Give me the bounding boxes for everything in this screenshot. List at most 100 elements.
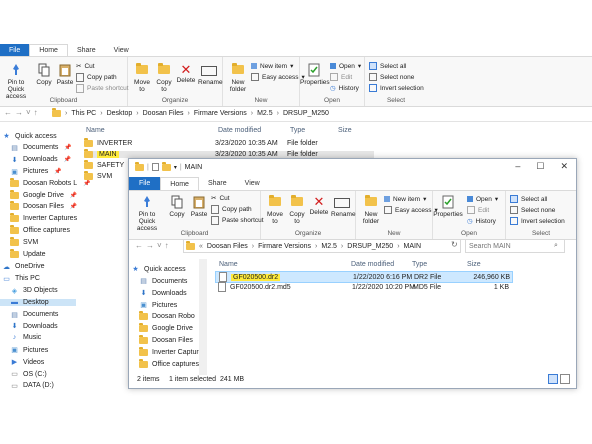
back-tab-file[interactable]: File	[0, 44, 30, 56]
back-cut-button[interactable]: ✂ Cut	[76, 62, 95, 71]
nav-item[interactable]: SVM	[10, 237, 38, 247]
back-arrow-icon[interactable]: ←	[4, 108, 15, 117]
back-move-to-button[interactable]: Move to	[132, 63, 152, 93]
nav-item[interactable]: Inverter Capture	[139, 347, 203, 356]
back-paste-button[interactable]: Paste	[55, 63, 75, 86]
front-col-date[interactable]: Date modified	[351, 261, 394, 268]
breadcrumb-item[interactable]: DRSUP_M250	[283, 110, 329, 117]
nav-item[interactable]: ▭ OS (C:)	[10, 370, 47, 379]
breadcrumb-item[interactable]: Doosan Files	[207, 243, 248, 250]
front-copy-path-button[interactable]: Copy path	[211, 205, 252, 214]
front-easy-access-button[interactable]: Easy access ▾	[384, 206, 438, 214]
nav-item[interactable]: ▣ Pictures	[139, 301, 177, 310]
nav-item[interactable]: ★ Quick access	[131, 265, 185, 274]
back-pin-button[interactable]: Pin to Quick access	[0, 63, 32, 100]
front-new-item-button[interactable]: New item ▾	[384, 195, 426, 203]
front-tab-view[interactable]: View	[236, 177, 269, 190]
front-invert-selection-button[interactable]: Invert selection	[510, 217, 565, 225]
back-tab-share[interactable]: Share	[68, 44, 105, 56]
chevron-down-icon[interactable]: ˅	[26, 108, 34, 117]
minimize-icon[interactable]: –	[515, 161, 520, 172]
front-col-size[interactable]: Size	[467, 261, 481, 268]
front-move-to-button[interactable]: Move to	[265, 195, 285, 225]
nav-item[interactable]: ⬇ Downloads	[139, 289, 187, 298]
front-cut-button[interactable]: ✂ Cut	[211, 194, 230, 203]
nav-item[interactable]: ▤ Documents 📌	[10, 144, 72, 152]
nav-item[interactable]: Inverter Captures	[10, 213, 77, 223]
front-delete-button[interactable]: ✕ Delete	[309, 195, 329, 217]
front-properties-button[interactable]: Properties	[433, 195, 463, 218]
back-history-button[interactable]: ◷ History	[330, 84, 359, 93]
front-tab-share[interactable]: Share	[199, 177, 236, 190]
nav-item[interactable]: Office captures	[139, 359, 199, 368]
front-nav-scrollbar[interactable]	[199, 259, 207, 375]
front-pin-button[interactable]: Pin to Quick access	[131, 195, 163, 232]
back-select-all-button[interactable]: Select all	[369, 62, 406, 70]
nav-item[interactable]: Doosan Robo	[139, 311, 195, 320]
large-icons-view-icon[interactable]	[560, 374, 570, 384]
nav-item[interactable]: Update	[10, 249, 46, 258]
nav-item[interactable]: ◈ 3D Objects	[10, 287, 58, 295]
breadcrumb-item[interactable]: This PC	[71, 110, 96, 117]
back-tab-home[interactable]: Home	[29, 43, 68, 57]
back-select-none-button[interactable]: Select none	[369, 73, 414, 81]
up-arrow-icon[interactable]: ↑	[34, 108, 41, 117]
front-tab-file[interactable]: File	[129, 177, 161, 190]
nav-item[interactable]: Google Drive	[139, 323, 193, 332]
back-open-button[interactable]: Open ▾	[330, 62, 361, 70]
back-properties-button[interactable]: Properties	[300, 63, 330, 86]
front-paste-shortcut-button[interactable]: Paste shortcut	[211, 216, 264, 225]
details-view-icon[interactable]	[548, 374, 558, 384]
nav-item[interactable]: ▶ Videos	[10, 358, 44, 367]
back-rename-button[interactable]: Rename	[198, 63, 223, 86]
breadcrumb-item[interactable]: Firmare Versions	[258, 243, 311, 250]
front-paste-button[interactable]: Paste	[189, 195, 209, 218]
front-edit-button[interactable]: Edit	[467, 206, 489, 214]
nav-item[interactable]: ▣ Pictures 📌	[10, 168, 62, 176]
nav-item[interactable]: Office captures	[10, 225, 70, 235]
close-icon[interactable]: ✕	[560, 161, 568, 172]
back-paste-shortcut-button[interactable]: Paste shortcut	[76, 84, 129, 93]
new-folder-quick-icon[interactable]	[161, 161, 171, 171]
back-col-size[interactable]: Size	[338, 127, 352, 134]
front-new-folder-button[interactable]: New folder	[360, 195, 382, 225]
front-tab-home[interactable]: Home	[160, 176, 199, 191]
front-search-box[interactable]: ⌕	[465, 239, 565, 253]
breadcrumb-item[interactable]: Doosan Files	[143, 110, 184, 117]
back-arrow-icon[interactable]: ←	[135, 241, 146, 250]
back-invert-selection-button[interactable]: Invert selection	[369, 84, 424, 92]
table-row[interactable]: MAIN 3/23/2020 10:35 AM File folder	[84, 149, 374, 158]
nav-item[interactable]: Doosan Robots L 📌	[10, 177, 91, 187]
nav-item[interactable]: ▬ Desktop	[0, 298, 76, 306]
nav-item[interactable]: ▭ DATA (D:)	[10, 382, 54, 390]
properties-quick-icon[interactable]	[151, 163, 159, 171]
nav-item[interactable]: ⬇ Downloads	[10, 322, 58, 331]
search-input[interactable]	[466, 242, 554, 250]
nav-item[interactable]: ▤ Documents	[10, 311, 58, 319]
back-new-folder-button[interactable]: New folder	[227, 63, 249, 93]
breadcrumb-item[interactable]: M2.5	[257, 110, 273, 117]
front-copy-to-button[interactable]: Copy to	[287, 195, 307, 225]
front-select-all-button[interactable]: Select all	[510, 195, 547, 203]
back-tab-view[interactable]: View	[105, 44, 138, 56]
front-select-none-button[interactable]: Select none	[510, 206, 555, 214]
maximize-icon[interactable]: ☐	[536, 161, 544, 172]
nav-item[interactable]: ⬇ Downloads 📌	[10, 156, 72, 164]
back-easy-access-button[interactable]: Easy access ▾	[251, 73, 305, 81]
table-row[interactable]: GF020500.dr2.md5 1/22/2020 10:20 PM MD5 Fi…	[215, 282, 511, 292]
front-rename-button[interactable]: Rename	[331, 195, 356, 218]
breadcrumb-item[interactable]: DRSUP_M250	[347, 243, 393, 250]
forward-arrow-icon[interactable]: →	[15, 108, 26, 117]
front-open-button[interactable]: Open ▾	[467, 195, 498, 203]
front-col-name[interactable]: Name	[219, 261, 238, 268]
nav-item[interactable]: ▣ Pictures	[10, 346, 48, 355]
back-col-date[interactable]: Date modified	[218, 127, 261, 134]
nav-item[interactable]: ☁ OneDrive	[2, 263, 45, 271]
front-history-button[interactable]: ◷ History	[467, 217, 496, 226]
chevron-down-icon[interactable]: ▾	[174, 164, 177, 171]
refresh-icon[interactable]: ↻	[451, 240, 458, 249]
back-edit-button[interactable]: Edit	[330, 73, 352, 81]
nav-item[interactable]: Doosan Files	[139, 335, 193, 344]
breadcrumb-item[interactable]: Firmare Versions	[194, 110, 247, 117]
chevron-down-icon[interactable]: ˅	[157, 241, 165, 250]
